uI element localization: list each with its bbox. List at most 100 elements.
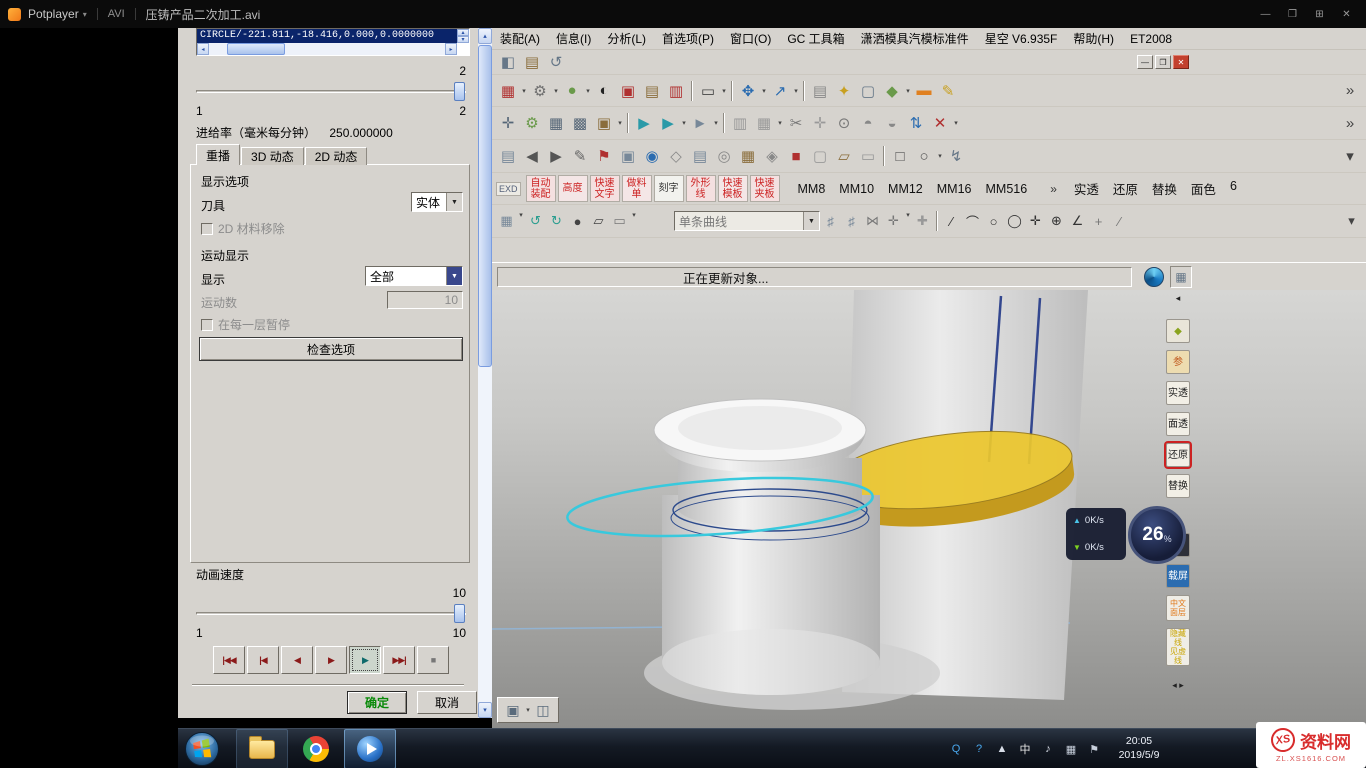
menu-item[interactable]: 首选项(P) (654, 30, 722, 47)
start-button[interactable] (184, 731, 220, 767)
dropdown-arrow-icon[interactable]: ▾ (552, 87, 560, 95)
qq-tray-icon[interactable]: Q (946, 743, 966, 755)
point-icon[interactable]: ● (567, 211, 588, 232)
dropdown-arrow-icon[interactable]: ▾ (904, 211, 912, 232)
exd-chip[interactable]: EXD (496, 182, 521, 196)
dropdown-arrow-icon[interactable]: ▾ (760, 87, 768, 95)
slash-icon[interactable]: ∕ (1109, 211, 1130, 232)
chinese-layer-button[interactable]: 中文 面层 (1166, 595, 1190, 621)
curve-rule-arrow-icon[interactable]: ▼ (803, 212, 819, 230)
taskbar-explorer-button[interactable] (236, 729, 288, 768)
part-navigator-icon[interactable]: ◧ (496, 50, 520, 74)
join-icon[interactable]: ⋈ (862, 211, 883, 232)
replace-button[interactable]: 替换 (1166, 474, 1190, 498)
scroll-up-icon[interactable]: ▴ (478, 28, 492, 44)
arc-icon[interactable]: ⌒ (962, 211, 983, 232)
player-close-button[interactable]: ✕ (1333, 5, 1360, 23)
player-maximize-button[interactable]: ❐ (1279, 5, 1306, 23)
drawer-icon[interactable]: ▦ (736, 144, 760, 168)
window-box-icon[interactable]: ▢ (856, 79, 880, 103)
circle-tool-icon[interactable]: ○ (912, 144, 936, 168)
add-icon[interactable]: + (1088, 211, 1109, 232)
3d-model-canvas[interactable] (492, 290, 1366, 728)
dialog-vscrollbar[interactable]: ▴ ▾ (478, 28, 492, 718)
tray-icon[interactable]: ▱ (832, 144, 856, 168)
player-menu-button[interactable]: Potplayer (28, 7, 79, 21)
scroll-up-icon[interactable]: ▴ (457, 29, 469, 36)
doc-icon[interactable]: ▤ (496, 144, 520, 168)
dropdown-arrow-icon[interactable]: ▾ (904, 87, 912, 95)
green-gear-icon[interactable]: ⚙ (520, 111, 544, 135)
view-mode-button[interactable]: 面色 (1184, 177, 1223, 200)
player-minimize-button[interactable]: — (1252, 5, 1279, 23)
world-icon[interactable]: ◉ (640, 144, 664, 168)
row-overflow-icon[interactable]: ▾ (1338, 144, 1362, 168)
quick-template-button[interactable]: 快速 模板 (718, 175, 748, 202)
move-face-icon[interactable]: ✥ (736, 79, 760, 103)
screen-cast-button[interactable]: 载屏 (1166, 564, 1190, 588)
green-gem-icon[interactable]: ◆ (880, 79, 904, 103)
frame-slider-track[interactable] (196, 90, 466, 93)
go-to-end-button[interactable]: ▶▶| (383, 646, 415, 674)
mesh-icon[interactable]: ▦ (544, 111, 568, 135)
circle-plus-icon[interactable]: ⊕ (1046, 211, 1067, 232)
reference-tool-icon[interactable]: 参 (1166, 350, 1190, 374)
menu-item[interactable]: ET2008 (1122, 32, 1180, 46)
cross-icon[interactable]: ✛ (1025, 211, 1046, 232)
quick-clamp-button[interactable]: 快速 夹板 (750, 175, 780, 202)
ghost-box-icon[interactable]: ▢ (808, 144, 832, 168)
menu-item[interactable]: 分析(L) (599, 30, 654, 47)
graphics-viewport[interactable] (492, 290, 1366, 728)
forward-arrow-icon[interactable]: ▶ (544, 144, 568, 168)
menu-item[interactable]: 帮助(H) (1065, 30, 1122, 47)
mm-size-button[interactable]: MM12 (881, 180, 930, 198)
sheet-icon[interactable]: ▦ (496, 79, 520, 103)
edit-pen-icon[interactable]: ✎ (936, 79, 960, 103)
gray-play-icon[interactable]: ► (688, 111, 712, 135)
dropdown-arrow-icon[interactable]: ▾ (712, 119, 720, 127)
parallelogram-icon[interactable]: ▱ (588, 211, 609, 232)
menu-item[interactable]: GC 工具箱 (779, 30, 852, 47)
gcode-listbox[interactable]: CIRCLE/-221.811,-18.416,0.000,0.0000000 … (196, 28, 470, 56)
dropdown-arrow-icon[interactable]: ▾ (720, 87, 728, 95)
spark-icon[interactable]: ✦ (832, 79, 856, 103)
dropdown-arrow-icon[interactable]: ▾ (776, 119, 784, 127)
layer-stack-icon[interactable]: ▤ (808, 79, 832, 103)
player-menu-caret-icon[interactable]: ▾ (83, 10, 87, 19)
dialog-tab[interactable]: 2D 动态 (305, 147, 368, 165)
taskbar-player-button[interactable] (344, 729, 396, 768)
red-slab-icon[interactable]: ▥ (664, 79, 688, 103)
red-cube-icon[interactable]: ▣ (616, 79, 640, 103)
hidden-line-button[interactable]: 隐藏线 见虚线 (1166, 628, 1190, 666)
row-overflow-icon[interactable]: » (1338, 79, 1362, 103)
orange-bar-icon[interactable]: ▬ (912, 79, 936, 103)
view-mode-button[interactable]: 实透 (1067, 177, 1106, 200)
plus-cross-icon[interactable]: ✛ (808, 111, 832, 135)
undo-icon[interactable]: ↺ (525, 211, 546, 232)
taskbar-chrome-button[interactable] (290, 729, 342, 768)
snap-grid2-icon[interactable]: ♯ (841, 211, 862, 232)
row-overflow-icon[interactable]: » (1338, 111, 1362, 135)
volume-icon[interactable]: ♪ (1038, 743, 1058, 755)
gear-icon[interactable]: ⚙ (528, 79, 552, 103)
scroll-down-icon[interactable]: ▾ (457, 36, 469, 43)
delete-icon[interactable]: ✕ (928, 111, 952, 135)
go-to-start-button[interactable]: |◀◀ (213, 646, 245, 674)
dropdown-arrow-icon[interactable]: ▾ (524, 706, 532, 714)
listbox-vscrollbar[interactable]: ▴ ▾ (457, 29, 469, 43)
gcode-line-selected[interactable]: CIRCLE/-221.811,-18.416,0.000,0.0000000 (197, 29, 457, 43)
menu-item[interactable]: 信息(I) (548, 30, 599, 47)
gem-icon[interactable]: ◈ (760, 144, 784, 168)
player-panel-button[interactable]: ⊞ (1306, 5, 1333, 23)
taskbar-clock[interactable]: 20:05 2019/5/9 (1108, 734, 1170, 762)
toolbar-overflow-icon[interactable]: » (1050, 182, 1057, 196)
swap-arrows-icon[interactable]: ⇅ (904, 111, 928, 135)
snap-grid-icon[interactable]: ♯ (820, 211, 841, 232)
action-center-icon[interactable]: ⚑ (1084, 743, 1104, 756)
mm-size-button[interactable]: MM10 (832, 180, 881, 198)
strip-nav-arrows[interactable]: ◂ ▸ (1166, 679, 1190, 691)
status-panel-icon[interactable]: ▦ (1170, 266, 1192, 288)
diamond-outline-icon[interactable]: ◇ (664, 144, 688, 168)
dropdown-arrow-icon[interactable]: ▾ (520, 87, 528, 95)
engrave-button[interactable]: 刻字 (654, 175, 684, 202)
